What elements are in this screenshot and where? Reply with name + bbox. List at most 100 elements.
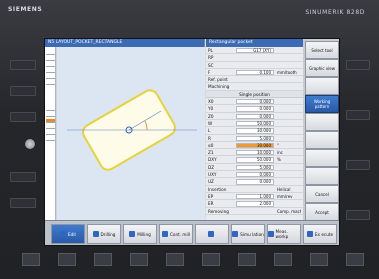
param-value-field[interactable]: 1.000 xyxy=(236,193,274,200)
param-row: Y0 0.000 xyxy=(206,105,303,113)
side-button-left-1[interactable] xyxy=(10,60,36,70)
pocket-drawing xyxy=(67,89,197,171)
model-label: SINUMERIK 828D xyxy=(305,9,365,16)
param-value-field[interactable]: 30.000 xyxy=(236,128,274,134)
param-row: Insertion Helical xyxy=(206,186,303,193)
param-unit: ° xyxy=(277,142,279,148)
parameter-panel: Rectangular pocket PL G17 (XY) RP SC F 0.100 m… xyxy=(206,39,303,220)
param-row: RP xyxy=(206,54,303,62)
param-value-field[interactable]: 10.000 xyxy=(236,150,274,156)
param-label: PL xyxy=(208,48,213,53)
bottom-key-7[interactable] xyxy=(238,253,256,266)
bottom-key-1[interactable] xyxy=(22,253,40,266)
vertical-softkey-bar: Select tool Graphic view Working pattern Ca… xyxy=(303,39,339,221)
param-row: F 0.100 mm/tooth xyxy=(206,69,303,77)
graphic-window-title: N5 LAYOUT_POCKET_RECTANGLE xyxy=(45,39,204,47)
side-button-right-3[interactable] xyxy=(346,160,370,170)
vertical-softkey-2[interactable]: Graphic view xyxy=(305,59,339,77)
softkey-label: Simu lation xyxy=(240,231,264,237)
hmi-screen: N5 LAYOUT_POCKET_RECTANGLE Rectangular p… xyxy=(44,38,340,246)
param-value-field[interactable]: 50.000 xyxy=(236,120,274,127)
pocket-graphic xyxy=(57,47,205,220)
rotary-knob[interactable] xyxy=(24,138,36,150)
param-value-field[interactable]: G17 (XY) xyxy=(236,48,274,54)
param-label: Removing xyxy=(208,208,229,214)
param-value-field[interactable]: 50.000 xyxy=(236,157,274,163)
param-row: Z0 0.000 xyxy=(206,113,303,120)
param-label: Insertion xyxy=(208,186,227,192)
param-unit: inc xyxy=(277,150,283,156)
horizontal-softkey-6[interactable]: Simu lation xyxy=(231,224,265,244)
param-value-field[interactable]: 0.000 xyxy=(236,113,274,119)
bottom-key-9[interactable] xyxy=(310,253,328,266)
side-button-left-5[interactable] xyxy=(10,198,36,208)
param-label: Z1 xyxy=(208,150,214,156)
param-row: SC xyxy=(206,62,303,69)
vertical-softkey-8[interactable] xyxy=(305,167,339,185)
side-button-right-1[interactable] xyxy=(346,60,370,70)
param-value-field[interactable]: 5.000 xyxy=(236,135,274,141)
param-unit: Comp. machining xyxy=(277,208,301,214)
side-button-right-2[interactable] xyxy=(346,110,370,120)
param-row: DZ 5.000 xyxy=(206,164,303,172)
ruler-line xyxy=(46,137,55,141)
bottom-key-5[interactable] xyxy=(166,253,184,266)
param-value-field[interactable]: 5.000 xyxy=(236,164,274,171)
param-value-field-active[interactable]: 30.000 xyxy=(236,142,274,149)
param-row: Removing Comp. machining xyxy=(206,208,303,215)
param-label: UXY xyxy=(208,172,217,178)
param-value-field[interactable]: 0.000 xyxy=(236,172,274,178)
side-button-right-4[interactable] xyxy=(346,210,370,220)
side-button-left-2[interactable] xyxy=(10,86,36,96)
vertical-softkey-1[interactable]: Select tool xyxy=(305,41,339,59)
ruler-line xyxy=(46,81,55,85)
param-value-field[interactable]: 0.000 xyxy=(236,99,274,105)
param-row: R 5.000 xyxy=(206,135,303,142)
param-value-field[interactable]: 0.000 xyxy=(236,179,274,185)
panel-title: Rectangular pocket xyxy=(206,39,303,47)
side-button-left-4[interactable] xyxy=(10,172,36,182)
softkey-label: Drilling xyxy=(100,231,116,237)
softkey-label: Edit xyxy=(67,231,77,237)
vertical-softkey-3[interactable] xyxy=(305,77,339,95)
horizontal-softkey-5[interactable] xyxy=(195,224,229,244)
vertical-softkey-7[interactable] xyxy=(305,149,339,167)
horizontal-softkey-8[interactable]: Ex ecute xyxy=(303,224,337,244)
ruler-line xyxy=(46,51,55,55)
horizontal-softkey-1[interactable]: Edit xyxy=(51,224,85,244)
horizontal-softkey-2[interactable]: Drilling xyxy=(87,224,121,244)
param-label: Machining xyxy=(208,84,230,90)
bottom-key-8[interactable] xyxy=(274,253,292,266)
section-head: Single position xyxy=(206,90,303,99)
bottom-key-6[interactable] xyxy=(202,253,220,266)
vertical-softkey-6[interactable] xyxy=(305,131,339,149)
bottom-key-2[interactable] xyxy=(58,253,76,266)
horizontal-softkey-4[interactable]: Cont. mill xyxy=(159,224,193,244)
program-line-ruler xyxy=(45,47,56,220)
param-label: α0 xyxy=(208,142,214,148)
vertical-softkey-5[interactable] xyxy=(305,113,339,131)
param-value-field[interactable]: 0.000 xyxy=(236,106,274,112)
param-row: UZ 0.000 xyxy=(206,178,303,186)
vertical-softkey-4[interactable]: Working pattern xyxy=(305,95,339,113)
ruler-line-current[interactable] xyxy=(46,119,55,123)
vertical-softkey-10[interactable]: Accept xyxy=(305,203,339,221)
param-unit: % xyxy=(277,157,281,163)
bottom-key-3[interactable] xyxy=(94,253,112,266)
side-button-left-3[interactable] xyxy=(10,112,36,122)
horizontal-softkey-3[interactable]: Milling xyxy=(123,224,157,244)
softkey-icon xyxy=(59,231,66,237)
param-label: Y0 xyxy=(208,106,214,112)
bottom-key-4[interactable] xyxy=(130,253,148,266)
param-row: ER 2.000 xyxy=(206,200,303,208)
param-label: UZ xyxy=(208,179,214,185)
vertical-softkey-9[interactable]: Cancel xyxy=(305,185,339,203)
param-value-field[interactable]: 2.000 xyxy=(236,201,274,207)
param-label: W xyxy=(208,120,213,126)
brand-logo: SIEMENS xyxy=(8,6,43,13)
ruler-line xyxy=(46,107,55,111)
bottom-key-10[interactable] xyxy=(346,253,364,266)
horizontal-softkey-7[interactable]: Meas. workp xyxy=(267,224,301,244)
param-value-field[interactable]: 0.100 xyxy=(236,69,274,76)
param-row: PL G17 (XY) xyxy=(206,47,303,55)
